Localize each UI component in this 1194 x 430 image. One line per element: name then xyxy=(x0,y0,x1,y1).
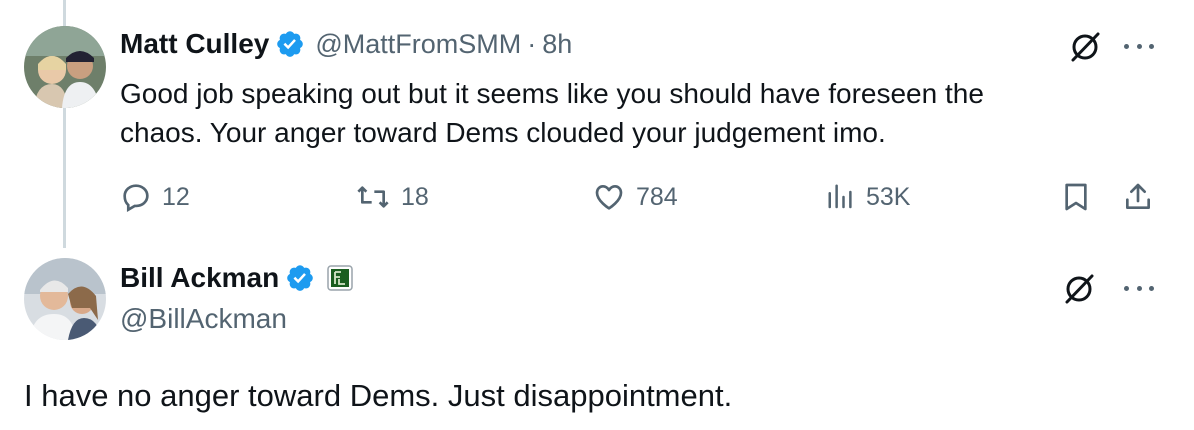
author-name[interactable]: Matt Culley xyxy=(120,28,269,60)
grok-icon[interactable] xyxy=(1068,30,1102,64)
repost-count: 18 xyxy=(401,182,429,211)
more-icon[interactable] xyxy=(1124,44,1154,54)
more-icon[interactable] xyxy=(1124,286,1154,296)
author-name[interactable]: Bill Ackman xyxy=(120,262,279,294)
avatar[interactable] xyxy=(24,26,106,108)
reply-header: Matt Culley @MattFromSMM · 8h xyxy=(120,28,572,60)
affiliate-badge-icon[interactable] xyxy=(327,265,353,291)
reply-text: Good job speaking out but it seems like … xyxy=(120,74,984,152)
reply-text-line: Good job speaking out but it seems like … xyxy=(120,78,984,109)
reply-text-line: chaos. Your anger toward Dems clouded yo… xyxy=(120,117,886,148)
views-count: 53K xyxy=(866,182,911,211)
timestamp[interactable]: 8h xyxy=(542,29,572,60)
views-icon xyxy=(828,184,852,209)
bookmark-button[interactable] xyxy=(1060,175,1102,219)
share-button[interactable] xyxy=(1122,175,1164,219)
verified-badge-icon xyxy=(287,265,314,291)
repost-icon xyxy=(357,186,389,208)
main-tweet-text: I have no anger toward Dems. Just disapp… xyxy=(24,378,733,413)
reply-count: 12 xyxy=(162,182,190,211)
bookmark-icon xyxy=(1065,183,1087,211)
like-icon xyxy=(595,185,623,210)
action-bar: 12 18 784 53K xyxy=(120,175,1160,219)
author-handle[interactable]: @MattFromSMM xyxy=(315,29,521,60)
share-icon xyxy=(1126,183,1150,209)
reply-icon xyxy=(123,184,149,212)
separator-dot: · xyxy=(527,28,537,59)
reply-button[interactable]: 12 xyxy=(120,175,190,219)
like-button[interactable]: 784 xyxy=(592,175,678,219)
like-count: 784 xyxy=(636,182,678,211)
verified-badge-icon xyxy=(277,31,304,57)
avatar[interactable] xyxy=(24,258,106,340)
repost-button[interactable]: 18 xyxy=(355,175,429,219)
main-header: Bill Ackman xyxy=(120,262,353,294)
views-button[interactable]: 53K xyxy=(826,175,910,219)
author-handle[interactable]: @BillAckman xyxy=(120,303,287,335)
grok-icon[interactable] xyxy=(1062,272,1096,306)
